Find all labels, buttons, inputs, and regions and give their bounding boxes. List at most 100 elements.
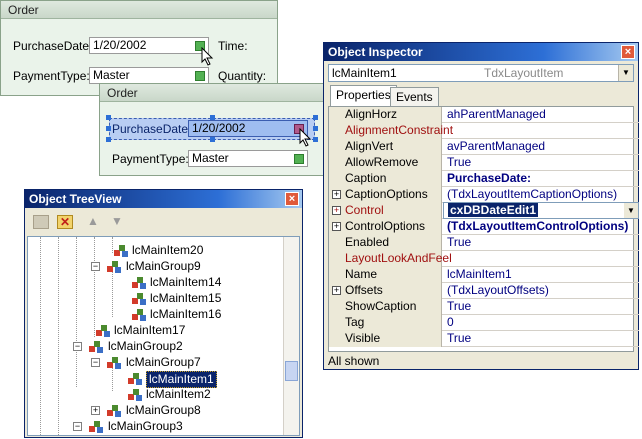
tree-panel: lcMainItem20 − lcMainGroup9 lcMainItem14… [27, 236, 300, 436]
dropdown-button-icon[interactable] [294, 154, 304, 164]
component-selector[interactable]: lcMainItem1 TdxLayoutItem ▼ [328, 64, 634, 82]
property-name: + CaptionOptions [329, 187, 442, 203]
property-name: + Offsets [329, 283, 442, 299]
object-inspector-title: Object Inspector [324, 43, 638, 61]
property-row[interactable]: Tag 0 [329, 315, 639, 331]
property-value[interactable]: avParentManaged [443, 139, 639, 155]
property-value[interactable]: 0 [443, 315, 639, 331]
expand-icon[interactable]: + [91, 406, 100, 415]
tree-item-label: lcMainItem14 [150, 275, 222, 289]
property-value[interactable]: True [443, 331, 639, 347]
order-panel-front: Order PurchaseDate: 1/20/2002 PaymentTyp… [99, 83, 325, 176]
selection-handle[interactable] [313, 115, 318, 120]
vertical-scrollbar[interactable] [283, 237, 299, 435]
property-value[interactable]: (TdxLayoutItemControlOptions) [443, 219, 639, 235]
property-value[interactable]: (TdxLayoutItemCaptionOptions) [443, 187, 639, 203]
property-value-editor[interactable]: cxDBDateEdit1 ▼ [443, 202, 639, 219]
property-value[interactable] [443, 251, 639, 267]
order-panel-title: Order [1, 1, 277, 19]
order-panel-back: Order PurchaseDate: 1/20/2002 Time: Paym… [0, 0, 278, 96]
property-row[interactable]: Visible True [329, 331, 639, 347]
new-item-icon[interactable] [33, 215, 49, 229]
scrollbar-thumb[interactable] [285, 361, 298, 381]
property-name: AlignmentConstraint [329, 123, 453, 139]
tree-item-label: lcMainItem15 [150, 291, 222, 305]
property-value[interactable]: True [443, 299, 639, 315]
close-icon[interactable]: × [621, 45, 635, 59]
layout-item-icon [128, 389, 142, 401]
tree-item-label: lcMainItem17 [114, 323, 186, 337]
collapse-icon[interactable]: − [73, 422, 82, 431]
property-value[interactable]: True [443, 155, 639, 171]
expand-icon[interactable]: + [332, 190, 341, 199]
property-row[interactable]: AlignVert avParentManaged [329, 139, 639, 155]
layout-group-icon [89, 341, 103, 353]
payment-type-label: PaymentType: [13, 69, 90, 83]
purchase-date-field[interactable]: 1/20/2002 [89, 37, 209, 54]
collapse-icon[interactable]: − [91, 262, 100, 271]
layout-group-icon [89, 421, 103, 433]
delete-item-icon[interactable]: ✕ [57, 215, 73, 229]
mouse-cursor-icon [201, 47, 214, 66]
property-value[interactable]: True [443, 235, 639, 251]
property-name: Name [329, 267, 442, 283]
layout-item-icon [114, 245, 128, 257]
tab-properties[interactable]: Properties [330, 85, 397, 106]
selection-handle[interactable] [313, 137, 318, 142]
selection-handle[interactable] [106, 115, 111, 120]
property-row[interactable]: LayoutLookAndFeel [329, 251, 639, 267]
selection-handle[interactable] [313, 126, 318, 131]
property-row[interactable]: + ControlOptions (TdxLayoutItemControlOpti… [329, 219, 639, 235]
tree-item-label: lcMainItem16 [150, 307, 222, 321]
selection-handle[interactable] [210, 137, 215, 142]
status-bar: All shown [328, 354, 380, 368]
property-row[interactable]: ShowCaption True [329, 299, 639, 315]
property-value[interactable]: PurchaseDate: [443, 171, 639, 187]
selection-handle[interactable] [106, 126, 111, 131]
payment-type-field[interactable]: Master [89, 67, 209, 84]
move-down-icon[interactable]: ▼ [111, 214, 123, 228]
property-row[interactable]: + CaptionOptions (TdxLayoutItemCaptionOpti… [329, 187, 639, 203]
property-value[interactable] [443, 123, 639, 139]
property-value[interactable]: (TdxLayoutOffsets) [443, 283, 639, 299]
property-row[interactable]: AlignmentConstraint [329, 123, 639, 139]
expand-icon[interactable]: + [332, 286, 341, 295]
chevron-down-icon[interactable]: ▼ [624, 203, 638, 218]
expand-icon[interactable]: + [332, 206, 341, 215]
property-value[interactable]: ahParentManaged [443, 107, 639, 123]
property-value[interactable]: cxDBDateEdit1 [448, 203, 539, 217]
property-value[interactable]: lcMainItem1 [443, 267, 639, 283]
component-name: lcMainItem1 [332, 66, 397, 80]
tree-item-label: lcMainGroup3 [108, 419, 183, 433]
property-name: AllowRemove [329, 155, 442, 171]
selection-handle[interactable] [210, 115, 215, 120]
purchase-date-value: 1/20/2002 [192, 121, 246, 135]
chevron-down-icon[interactable]: ▼ [618, 65, 633, 81]
payment-type-field[interactable]: Master [188, 150, 308, 167]
purchase-date-value: 1/20/2002 [93, 38, 147, 52]
property-row[interactable]: AlignHorz ahParentManaged [329, 107, 639, 123]
property-name: AlignHorz [329, 107, 442, 123]
purchase-date-field[interactable]: 1/20/2002 [188, 120, 308, 137]
selection-handle[interactable] [106, 137, 111, 142]
tab-events[interactable]: Events [390, 87, 439, 107]
object-treeview-title: Object TreeView [25, 190, 302, 208]
property-row-selected[interactable]: + Control cxDBDateEdit1 ▼ [329, 202, 639, 219]
property-name: Enabled [329, 235, 442, 251]
property-row[interactable]: + Offsets (TdxLayoutOffsets) [329, 283, 639, 299]
object-inspector-window: Object Inspector × lcMainItem1 TdxLayout… [323, 42, 639, 370]
collapse-icon[interactable]: − [73, 342, 82, 351]
property-row[interactable]: Enabled True [329, 235, 639, 251]
tree-guide-line [112, 237, 113, 253]
property-row[interactable]: Caption PurchaseDate: [329, 171, 639, 187]
property-row[interactable]: AllowRemove True [329, 155, 639, 171]
close-icon[interactable]: × [285, 192, 299, 206]
tree-item-label: lcMainGroup8 [126, 403, 201, 417]
dropdown-button-icon[interactable] [195, 71, 205, 81]
layout-group-icon [107, 261, 121, 273]
collapse-icon[interactable]: − [91, 358, 100, 367]
move-up-icon[interactable]: ▲ [87, 214, 99, 228]
expand-icon[interactable]: + [332, 222, 341, 231]
property-row[interactable]: Name lcMainItem1 [329, 267, 639, 283]
layout-item-icon [96, 325, 110, 337]
